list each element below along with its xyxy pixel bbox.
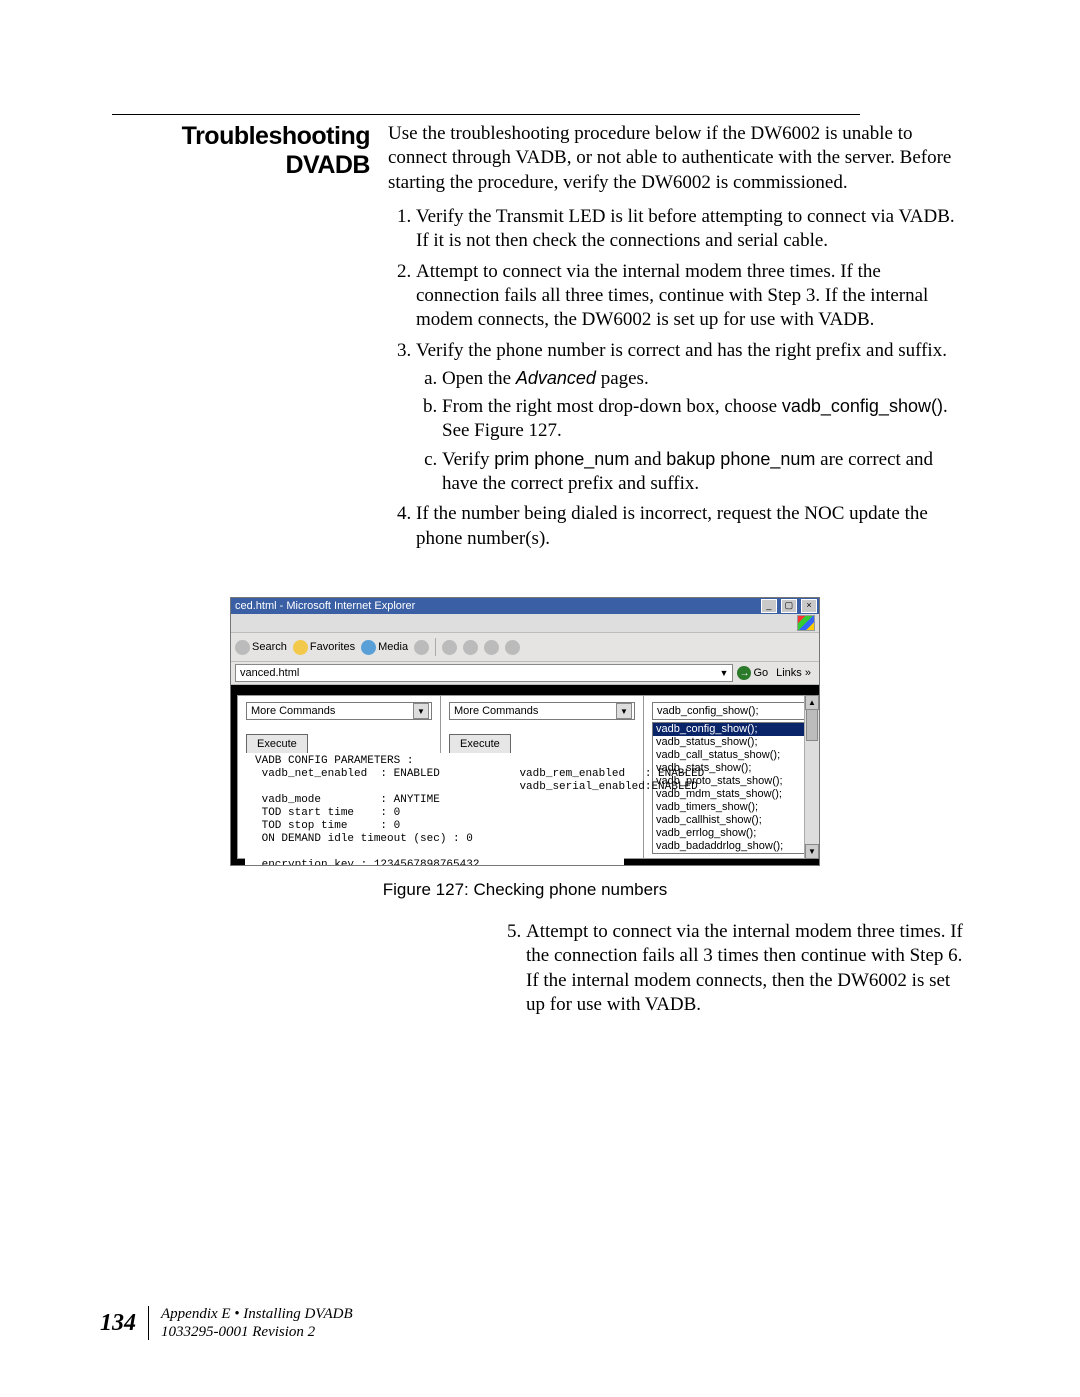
execute-button-2[interactable]: Execute — [449, 734, 511, 754]
page-content: More Commands ▼ Execute More Commands ▼ … — [231, 685, 819, 865]
media-label: Media — [378, 641, 408, 653]
scroll-down-icon[interactable]: ▼ — [805, 844, 819, 859]
step-2: Attempt to connect via the internal mode… — [416, 260, 960, 333]
go-button[interactable]: → Go — [737, 666, 768, 680]
address-bar: vanced.html ▼ → Go Links » — [231, 662, 819, 685]
links-button[interactable]: Links » — [772, 667, 815, 679]
page-number: 134 — [100, 1310, 136, 1337]
step-5: Attempt to connect via the internal mode… — [526, 920, 968, 1017]
chevron-down-icon: ▼ — [413, 703, 429, 719]
step-3a: Open the Advanced pages. — [442, 367, 960, 391]
browser-toolbar: Search Favorites Media — [231, 633, 819, 662]
scroll-up-icon[interactable]: ▲ — [805, 695, 819, 710]
step-1: Verify the Transmit LED is lit before at… — [416, 205, 960, 254]
s3a-post: pages. — [596, 368, 649, 389]
command-select-2-value: More Commands — [454, 705, 538, 717]
print-icon[interactable] — [463, 640, 478, 655]
search-icon — [235, 640, 250, 655]
s3c-c2: bakup phone_num — [666, 449, 815, 469]
list-item[interactable]: vadb_config_show(); — [653, 723, 820, 736]
config-output-left: VADB CONFIG PARAMETERS : vadb_net_enable… — [255, 755, 479, 866]
window-buttons: _ ▢ × — [760, 599, 817, 613]
page-scrollbar[interactable]: ▲ ▼ — [804, 695, 819, 859]
execute-button-1[interactable]: Execute — [246, 734, 308, 754]
footer-info: Appendix E • Installing DVADB 1033295-00… — [161, 1305, 353, 1341]
section-heading-col: Troubleshooting DVADB — [100, 122, 370, 180]
s3a-em: Advanced — [516, 368, 596, 388]
s3b-pre: From the right most drop-down box, choos… — [442, 396, 782, 417]
s3b-code: vadb_config_show() — [782, 396, 943, 416]
step-3: Verify the phone number is correct and h… — [416, 339, 960, 497]
footer-line1: Appendix E • Installing DVADB — [161, 1306, 353, 1322]
links-label: Links — [776, 667, 802, 679]
step-3c: Verify prim phone_num and bakup phone_nu… — [442, 448, 960, 497]
ie-logo-icon — [797, 615, 815, 631]
config-output: VADB CONFIG PARAMETERS : vadb_net_enable… — [245, 753, 624, 866]
ie-window: ced.html - Microsoft Internet Explorer _… — [230, 597, 820, 866]
step-3-text: Verify the phone number is correct and h… — [416, 340, 947, 361]
list-item[interactable]: vadb_status_show(); — [653, 736, 820, 749]
steps-list-cont: Attempt to connect via the internal mode… — [498, 920, 968, 1017]
top-rule — [112, 114, 860, 115]
figure-127: ced.html - Microsoft Internet Explorer _… — [230, 597, 820, 866]
section-heading: Troubleshooting DVADB — [100, 122, 370, 180]
command-select-1[interactable]: More Commands ▼ — [246, 702, 432, 720]
favorites-button[interactable]: Favorites — [293, 640, 355, 655]
search-button[interactable]: Search — [235, 640, 287, 655]
footer-line2: 1033295-0001 Revision 2 — [161, 1324, 315, 1340]
go-label: Go — [753, 667, 768, 679]
close-button[interactable]: × — [801, 599, 817, 613]
steps-list: Verify the Transmit LED is lit before at… — [388, 205, 960, 551]
step-3-sublist: Open the Advanced pages. From the right … — [416, 367, 960, 497]
page-footer: 134 Appendix E • Installing DVADB 103329… — [100, 1305, 353, 1341]
s3c-pre: Verify — [442, 449, 494, 470]
section-body: Use the troubleshooting procedure below … — [388, 122, 960, 557]
intro-paragraph: Use the troubleshooting procedure below … — [388, 122, 960, 195]
command-select-3[interactable]: vadb_config_show(); ▼ — [652, 702, 820, 720]
command-select-3-value: vadb_config_show(); — [657, 705, 759, 717]
star-icon — [293, 640, 308, 655]
chevron-down-icon[interactable]: ▼ — [720, 665, 729, 681]
chevron-right-icon: » — [805, 667, 811, 679]
chevron-down-icon: ▼ — [616, 703, 632, 719]
favorites-label: Favorites — [310, 641, 355, 653]
minimize-button[interactable]: _ — [761, 599, 777, 613]
s3a-pre: Open the — [442, 368, 516, 389]
step-3b: From the right most drop-down box, choos… — [442, 395, 960, 444]
toolbar-separator — [435, 638, 436, 656]
mail-icon[interactable] — [442, 640, 457, 655]
figure-caption: Figure 127: Checking phone numbers — [230, 880, 820, 900]
s3c-mid: and — [629, 449, 666, 470]
discuss-icon[interactable] — [505, 640, 520, 655]
maximize-button[interactable]: ▢ — [781, 599, 797, 613]
edit-icon[interactable] — [484, 640, 499, 655]
window-titlebar: ced.html - Microsoft Internet Explorer _… — [231, 598, 819, 614]
scroll-thumb[interactable] — [806, 709, 818, 741]
step-4: If the number being dialed is incorrect,… — [416, 502, 960, 551]
command-select-2[interactable]: More Commands ▼ — [449, 702, 635, 720]
address-input[interactable]: vanced.html ▼ — [235, 664, 733, 682]
s3c-c1: prim phone_num — [494, 449, 629, 469]
go-arrow-icon: → — [737, 666, 751, 680]
window-title: ced.html - Microsoft Internet Explorer — [235, 600, 415, 612]
media-button[interactable]: Media — [361, 640, 408, 655]
media-icon — [361, 640, 376, 655]
logo-strip — [231, 614, 819, 633]
search-label: Search — [252, 641, 287, 653]
command-select-1-value: More Commands — [251, 705, 335, 717]
history-icon[interactable] — [414, 640, 429, 655]
footer-separator — [148, 1306, 149, 1340]
address-value: vanced.html — [240, 665, 299, 681]
config-output-right: vadb_rem_enabled : ENABLED vadb_serial_e… — [519, 755, 717, 866]
